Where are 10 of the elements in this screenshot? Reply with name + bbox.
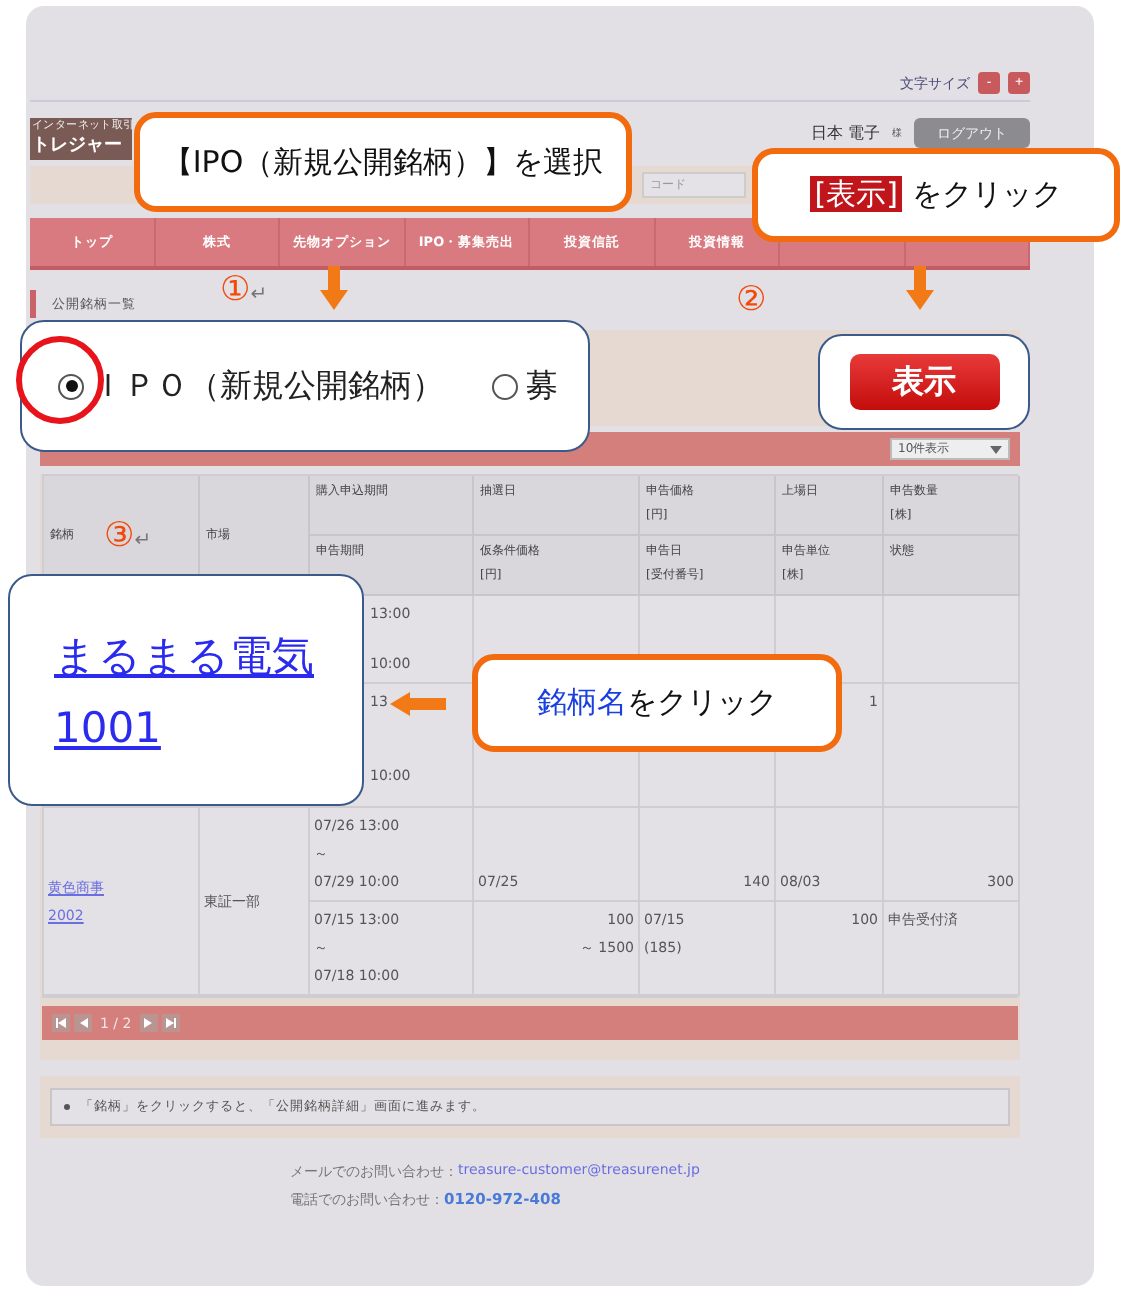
display-button[interactable]: 表示 — [849, 354, 999, 410]
callout-text: [表示] をクリック — [810, 176, 1062, 214]
callout-text: 銘柄名 をクリック — [537, 684, 777, 722]
step-number: ③↵ — [104, 516, 152, 556]
step-number: ② — [736, 280, 767, 320]
radio-option[interactable]: ＩＰＯ（新規公開銘柄） — [58, 365, 444, 407]
radio-option[interactable]: 募 — [492, 365, 558, 407]
callout-text: 【IPO（新規公開銘柄）】を選択 — [162, 143, 604, 181]
step-number: ①↵ — [220, 270, 268, 310]
user-name: 日本 電子 — [810, 122, 880, 144]
